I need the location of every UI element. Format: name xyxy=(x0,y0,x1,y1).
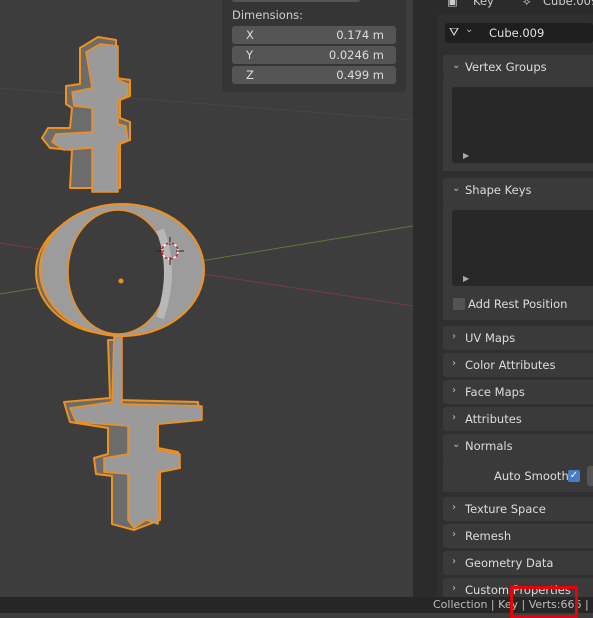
status-bar: Collection | Key | Verts:666 | Fac xyxy=(0,597,593,613)
panel-remesh[interactable]: › Remesh xyxy=(443,524,593,548)
panel-label: Normals xyxy=(465,439,513,453)
chevron-down-icon: ⌄ xyxy=(452,60,461,71)
chevron-right-icon: › xyxy=(452,529,456,540)
chevron-down-icon: ⌄ xyxy=(452,183,461,194)
vertex-groups-body: ▶ xyxy=(443,79,593,171)
breadcrumb-key[interactable]: Key xyxy=(473,0,494,8)
breadcrumb-icon: ⟡ xyxy=(523,0,531,8)
chevron-down-icon[interactable]: ⌄ xyxy=(465,24,473,35)
dimensions-panel: Dimensions: X 0.174 m Y 0.0246 m Z 0.499… xyxy=(222,0,406,92)
breadcrumb-icon: ▣ xyxy=(447,0,458,8)
dimension-axis-label: Z xyxy=(246,68,254,82)
dimension-z-field[interactable]: Z 0.499 m xyxy=(232,66,396,84)
panel-attributes[interactable]: › Attributes xyxy=(443,407,593,431)
chevron-right-icon: › xyxy=(452,583,456,594)
dimension-x-field[interactable]: X 0.174 m xyxy=(232,26,396,44)
object-origin xyxy=(118,278,124,284)
panel-face-maps[interactable]: › Face Maps xyxy=(443,380,593,404)
highlight-box xyxy=(510,586,578,618)
auto-smooth-angle-field[interactable] xyxy=(587,466,593,486)
properties-editor: ▣ Key ⟡ Cube.009 ⛛ ⌄ Cube.009 ⌄ Vertex G… xyxy=(437,0,593,597)
editor-separator[interactable] xyxy=(413,0,437,597)
chevron-right-icon: › xyxy=(452,331,456,342)
shape-keys-list[interactable]: ▶ xyxy=(452,210,593,286)
panel-normals[interactable]: ⌄ Normals xyxy=(443,434,593,458)
auto-smooth-checkbox[interactable]: ✓ xyxy=(568,470,580,482)
panel-label: Texture Space xyxy=(465,502,546,516)
panel-texture-space[interactable]: › Texture Space xyxy=(443,497,593,521)
panel-geometry-data[interactable]: › Geometry Data xyxy=(443,551,593,575)
dimension-axis-label: X xyxy=(246,28,254,42)
chevron-right-icon: › xyxy=(452,412,456,423)
breadcrumb-mesh[interactable]: Cube.009 xyxy=(543,0,593,8)
chevron-right-icon: › xyxy=(452,502,456,513)
panel-label: Remesh xyxy=(465,529,512,543)
panel-label: Color Attributes xyxy=(465,358,556,372)
dimension-value: 0.499 m xyxy=(336,68,384,82)
properties-breadcrumb: ▣ Key ⟡ Cube.009 xyxy=(437,0,593,14)
panel-label: Vertex Groups xyxy=(465,60,547,74)
panel-label: UV Maps xyxy=(465,331,516,345)
panel-label: Shape Keys xyxy=(465,183,532,197)
panel-scroll-handle[interactable] xyxy=(232,0,360,2)
dimension-value: 0.0246 m xyxy=(328,48,384,62)
dimension-y-field[interactable]: Y 0.0246 m xyxy=(232,46,396,64)
auto-smooth-label: Auto Smooth xyxy=(494,469,569,483)
panel-shape-keys[interactable]: ⌄ Shape Keys xyxy=(443,178,593,202)
chevron-right-icon: › xyxy=(452,556,456,567)
dimension-value: 0.174 m xyxy=(336,28,384,42)
dimension-axis-label: Y xyxy=(246,48,254,62)
venus-symbol-object[interactable] xyxy=(35,36,205,531)
shape-keys-body: ▶ Add Rest Position xyxy=(443,202,593,320)
normals-body: Auto Smooth ✓ xyxy=(443,458,593,492)
add-rest-position-label: Add Rest Position xyxy=(468,297,568,311)
chevron-right-icon: › xyxy=(452,385,456,396)
expand-triangle-icon[interactable]: ▶ xyxy=(463,151,469,160)
chevron-right-icon: › xyxy=(452,358,456,369)
add-rest-position-checkbox[interactable] xyxy=(453,298,465,310)
mesh-name-value[interactable]: Cube.009 xyxy=(489,26,544,40)
vertex-groups-list[interactable]: ▶ xyxy=(452,87,593,163)
expand-triangle-icon[interactable]: ▶ xyxy=(463,274,469,283)
dimensions-title: Dimensions: xyxy=(232,8,303,22)
panel-label: Face Maps xyxy=(465,385,525,399)
panel-label: Attributes xyxy=(465,412,522,426)
panel-vertex-groups[interactable]: ⌄ Vertex Groups xyxy=(443,55,593,79)
panel-label: Geometry Data xyxy=(465,556,554,570)
mesh-data-icon[interactable]: ⛛ xyxy=(449,25,459,40)
panel-uv-maps[interactable]: › UV Maps xyxy=(443,326,593,350)
panel-color-attributes[interactable]: › Color Attributes xyxy=(443,353,593,377)
faint-grid-line xyxy=(0,87,413,121)
mesh-name-field[interactable]: ⛛ ⌄ Cube.009 xyxy=(445,23,593,43)
3d-viewport[interactable]: Dimensions: X 0.174 m Y 0.0246 m Z 0.499… xyxy=(0,0,413,597)
chevron-down-icon: ⌄ xyxy=(452,439,461,450)
